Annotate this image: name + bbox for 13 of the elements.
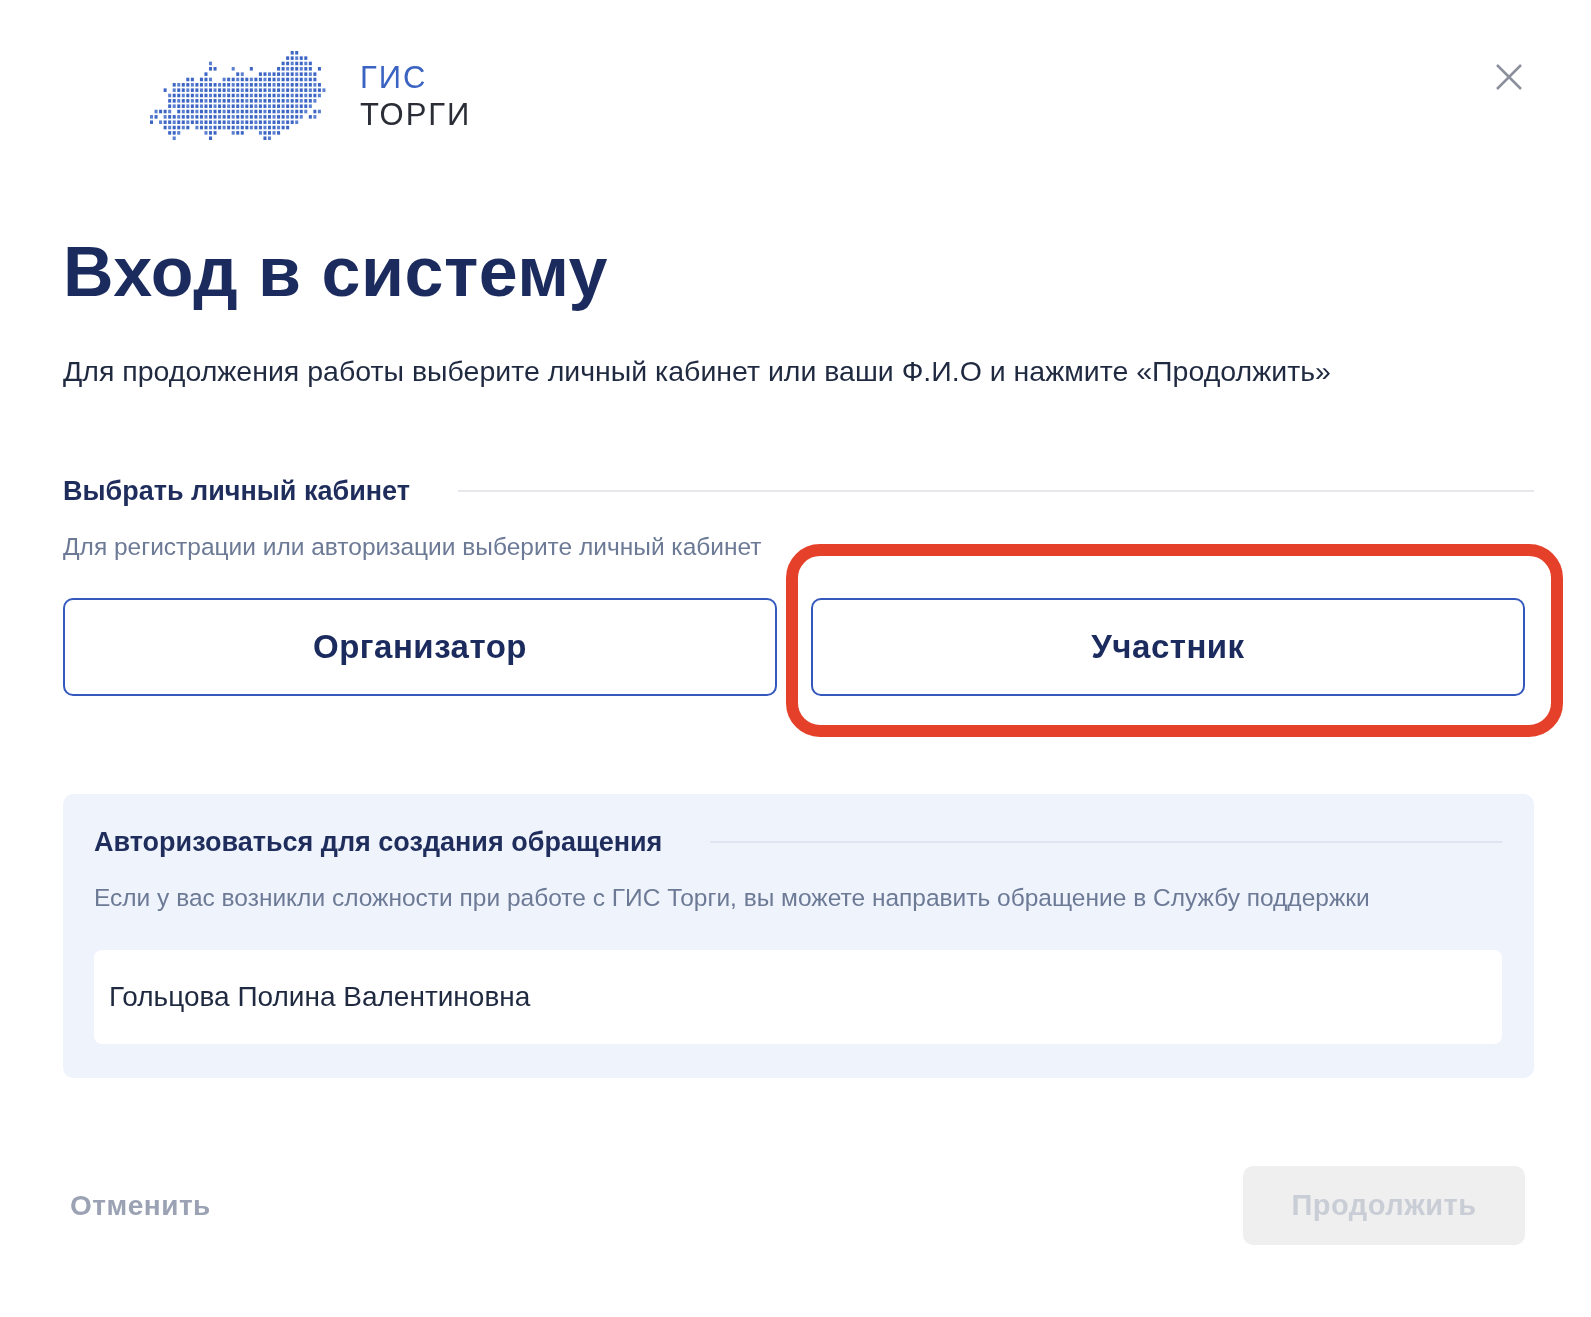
cabinet-button[interactable]: Организатор — [63, 598, 777, 696]
logo-text: ТОРГИ — [360, 95, 472, 133]
logo-text: ГИС — [360, 58, 429, 96]
section-heading: Авторизоваться для создания обращения — [94, 826, 663, 859]
page-title: Вход в систему — [63, 232, 609, 312]
name-field[interactable]: Гольцова Полина Валентиновна — [94, 950, 1502, 1044]
section-heading: Выбрать личный кабинет — [63, 475, 410, 508]
close-button[interactable] — [1496, 64, 1522, 90]
close-icon — [1496, 64, 1522, 90]
instruction-text: Для продолжения работы выберите личный кабинет или ваши Ф.И.О и нажмите «Продолжить» — [63, 354, 1332, 388]
cabinet-button[interactable]: Участник — [811, 598, 1525, 696]
section-hint: Для регистрации или авторизации выберите личный кабинет — [63, 532, 763, 562]
section-hint: Если у вас возникли сложности при работе с ГИС Торги, вы можете направить обращение в Службу поддержки — [94, 883, 1371, 913]
